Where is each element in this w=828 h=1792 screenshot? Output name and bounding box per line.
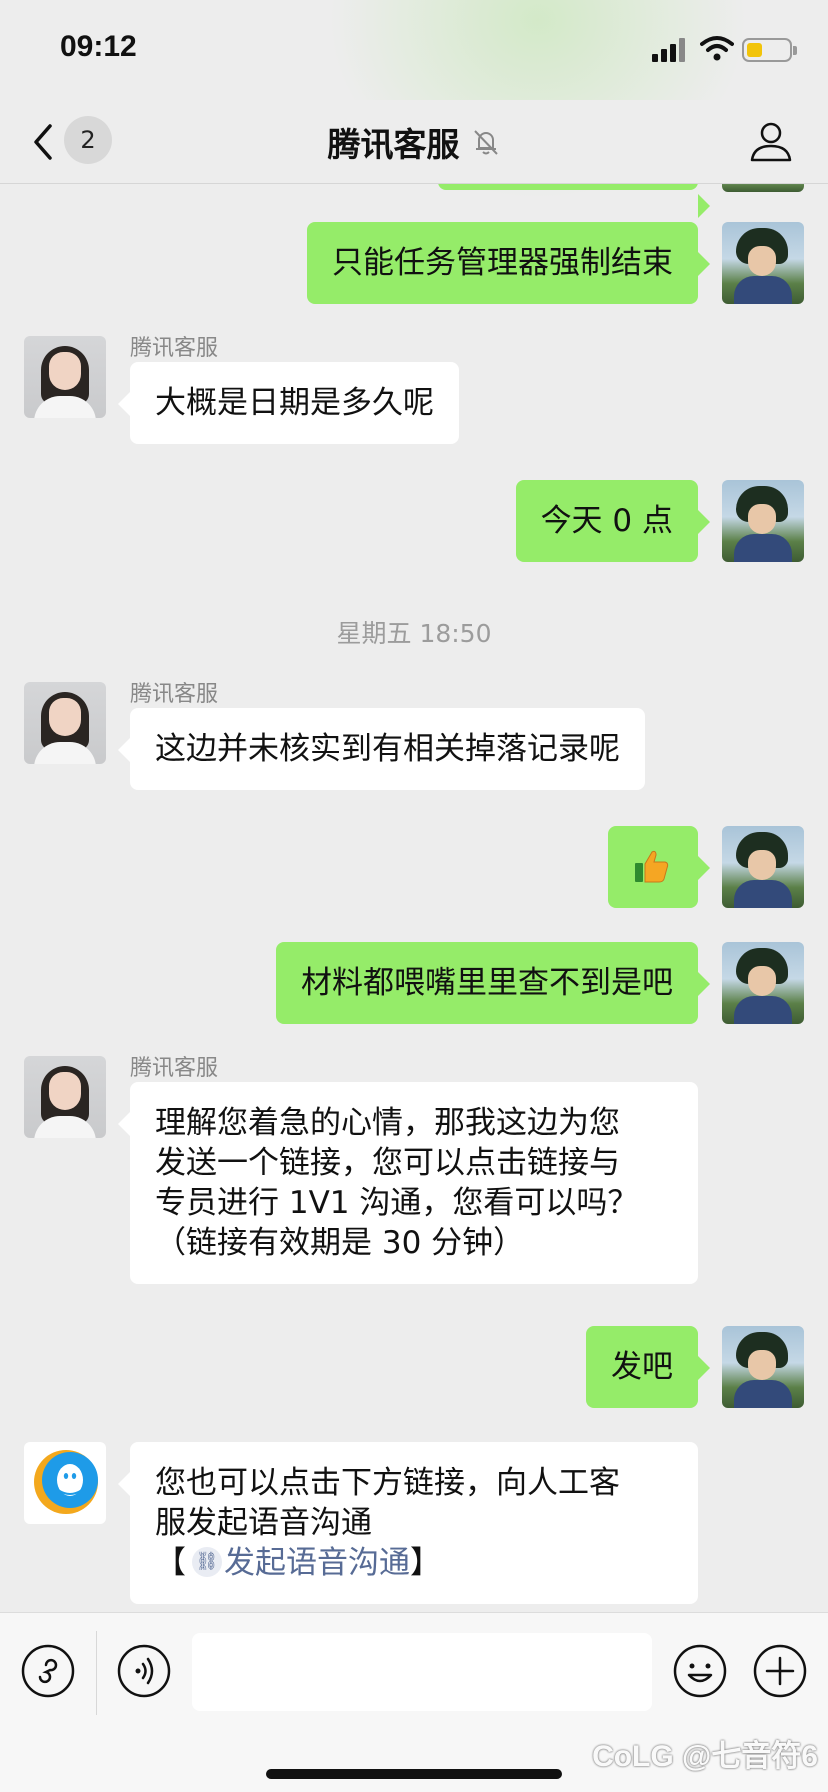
voice-icon[interactable]	[116, 1643, 172, 1699]
avatar[interactable]	[24, 1056, 106, 1138]
input-bar: CoLG @七音符6	[0, 1612, 828, 1792]
home-indicator[interactable]	[266, 1769, 562, 1779]
emoji-icon[interactable]	[672, 1643, 728, 1699]
mute-bell-icon	[473, 130, 498, 155]
watermark: CoLG @七音符6	[592, 1740, 818, 1773]
wifi-icon	[700, 36, 734, 61]
avatar[interactable]	[722, 826, 804, 908]
chat-header: 2 腾讯客服	[0, 100, 828, 184]
battery-icon	[742, 38, 797, 62]
cellular-signal-icon	[652, 38, 690, 62]
avatar[interactable]	[24, 336, 106, 418]
message-bubble[interactable]: 今天 0 点	[515, 480, 711, 562]
thumbs-up-icon	[635, 850, 669, 883]
timestamp: 星期五 18:50	[336, 619, 492, 648]
message-bubble[interactable]	[438, 184, 710, 218]
plus-icon[interactable]	[752, 1643, 808, 1699]
message-bubble[interactable]: 您也可以点击下方链接，向人工客 服发起语音沟通 【⛓ 发起语音沟通】	[118, 1442, 698, 1604]
message-input[interactable]	[192, 1633, 652, 1711]
avatar[interactable]	[722, 480, 804, 562]
link-bracket: 【	[155, 1545, 186, 1581]
divider	[96, 1631, 97, 1715]
voice-call-link[interactable]: 发起语音沟通	[224, 1545, 410, 1581]
mini-program-icon[interactable]	[20, 1643, 76, 1699]
status-time: 09:12	[60, 30, 137, 63]
avatar[interactable]	[722, 184, 804, 192]
status-bar: 09:12	[0, 0, 828, 200]
message-bubble[interactable]: 大概是日期是多久呢	[118, 362, 459, 444]
sender-name: 腾讯客服	[130, 1056, 219, 1081]
message-bubble[interactable]: 只能任务管理器强制结束	[307, 222, 710, 304]
avatar[interactable]	[722, 942, 804, 1024]
profile-icon[interactable]	[748, 118, 794, 164]
message-bubble[interactable]: 材料都喂嘴里里查不到是吧	[276, 942, 710, 1024]
message-bubble[interactable]: 理解您着急的心情，那我这边为您 发送一个链接，您可以点击链接与 专员进行 1V1…	[118, 1082, 698, 1284]
qq-service-icon	[34, 1450, 98, 1514]
message-bubble[interactable]: 发吧	[586, 1326, 710, 1408]
sender-name: 腾讯客服	[130, 682, 219, 707]
title-container: 腾讯客服	[0, 118, 828, 166]
link-icon: ⛓	[192, 1546, 222, 1577]
message-text: 您也可以点击下方链接，向人工客 服发起语音沟通	[155, 1465, 620, 1541]
avatar[interactable]	[24, 682, 106, 764]
message-list[interactable]: 只能任务管理器强制结束 腾讯客服 大概是日期是多久呢 今天 0 点 星期五 18…	[0, 184, 828, 1612]
link-bracket: 】	[410, 1545, 441, 1581]
avatar[interactable]	[722, 1326, 804, 1408]
qq-service-avatar[interactable]	[24, 1442, 106, 1524]
sender-name: 腾讯客服	[130, 336, 219, 361]
emoji-bubble[interactable]	[608, 826, 710, 908]
chat-title: 腾讯客服	[327, 125, 460, 164]
avatar[interactable]	[722, 222, 804, 304]
message-bubble[interactable]: 这边并未核实到有相关掉落记录呢	[118, 708, 645, 790]
